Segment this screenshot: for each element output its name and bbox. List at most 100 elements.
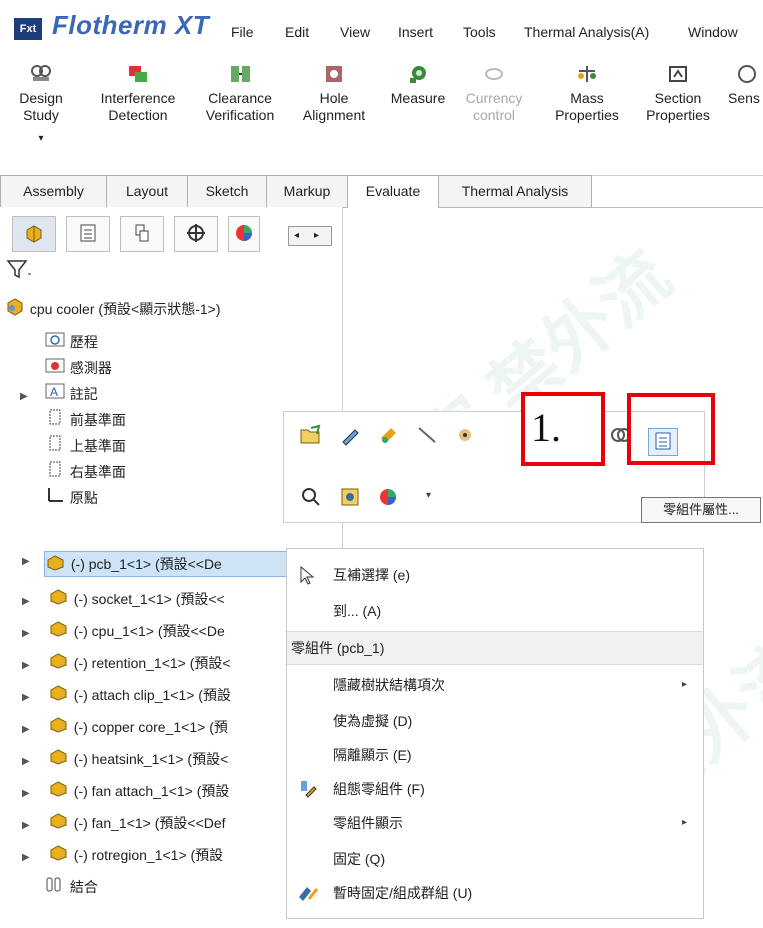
component-properties-button[interactable] — [648, 428, 678, 456]
tree-item-origin[interactable]: 原點 — [44, 485, 98, 511]
menu-item-make-virtual[interactable]: 使為虛擬 (D) — [287, 703, 703, 739]
part-icon — [45, 553, 67, 578]
expand-arrow-icon[interactable]: ▶ — [22, 813, 32, 839]
property-manager-tab[interactable] — [66, 216, 110, 252]
ribbon: Design Study ▾ Interference Detection Cl… — [0, 58, 763, 176]
expand-arrow-icon[interactable]: ▶ — [22, 845, 32, 871]
menu-file[interactable]: File — [231, 24, 254, 40]
configuration-icon — [131, 222, 153, 247]
section-properties-button[interactable]: Section Properties — [636, 58, 720, 124]
tree-part-row[interactable]: ▶ (-) rotregion_1<1> (預設 — [22, 842, 223, 868]
expand-arrow-icon[interactable]: ▶ — [22, 781, 32, 807]
isolate-icon[interactable] — [338, 484, 364, 510]
tree-part-row[interactable]: ▶ (-) attach clip_1<1> (預設 — [22, 682, 231, 708]
tree-item-front-plane[interactable]: 前基準面 — [44, 407, 126, 433]
step-number-label: 1. — [531, 405, 561, 450]
tree-part-row[interactable]: ▶ (-) fan_1<1> (預設<<Def — [22, 810, 226, 836]
mates-icon — [44, 875, 66, 901]
menu-window[interactable]: Window — [688, 24, 738, 40]
menu-item-isolate[interactable]: 隔離顯示 (E) — [287, 737, 703, 773]
hole-alignment-button[interactable]: Hole Alignment — [292, 58, 376, 124]
feature-tree-tab[interactable] — [12, 216, 56, 252]
tree-item-mates[interactable]: 結合 — [44, 874, 98, 900]
zoom-to-selection-icon[interactable] — [298, 484, 324, 510]
svg-text:A: A — [50, 385, 58, 399]
tree-part-row[interactable]: ▶ (-) fan attach_1<1> (預設 — [22, 778, 229, 804]
open-part-icon[interactable] — [298, 422, 324, 448]
menu-item-component-display[interactable]: 零組件顯示 ▸ — [287, 805, 703, 841]
tree-part-row[interactable]: ▶ (-) heatsink_1<1> (預設< — [22, 746, 228, 772]
menu-insert[interactable]: Insert — [398, 24, 433, 40]
tree-part-row[interactable]: ▶ (-) cpu_1<1> (預設<<De — [22, 618, 225, 644]
display-style-icon[interactable] — [376, 484, 402, 510]
context-menu: 互補選擇 (e) 到... (A) 零組件 (pcb_1) 隱藏樹狀結構項次 ▸… — [286, 548, 704, 919]
expand-arrow-icon[interactable]: ▶ — [20, 384, 30, 410]
tab-layout[interactable]: Layout — [106, 175, 188, 207]
tab-sketch[interactable]: Sketch — [187, 175, 267, 207]
tree-item-sensors[interactable]: 感測器 — [44, 355, 112, 381]
currency-control-button[interactable]: Currency control — [458, 58, 530, 124]
sensor-folder-icon — [44, 356, 66, 382]
tree-part-row[interactable]: ▶ (-) copper core_1<1> (預 — [22, 714, 228, 740]
submenu-arrow-icon: ▸ — [681, 817, 687, 828]
expand-arrow-icon[interactable]: ▶ — [22, 749, 32, 775]
dimxpert-tab[interactable] — [174, 216, 218, 252]
tree-root[interactable]: cpu cooler (預設<顯示狀態-1>) — [4, 296, 221, 322]
menu-item-go-to[interactable]: 到... (A) — [287, 593, 703, 629]
display-manager-tab[interactable] — [228, 216, 260, 252]
tab-thermal-analysis[interactable]: Thermal Analysis — [438, 175, 592, 207]
mass-properties-button[interactable]: Mass Properties — [544, 58, 630, 124]
sensor-button[interactable]: Sens — [728, 58, 763, 107]
assembly-icon — [4, 296, 26, 324]
hide-icon[interactable] — [414, 422, 440, 448]
tab-markup[interactable]: Markup — [266, 175, 348, 207]
tree-item-annotations[interactable]: ▶ A 註記 — [20, 381, 98, 407]
part-icon — [48, 779, 70, 805]
interference-detection-button[interactable]: Interference Detection — [90, 58, 186, 124]
expand-arrow-icon[interactable]: ▶ — [22, 717, 32, 743]
menu-tools[interactable]: Tools — [463, 24, 496, 40]
tree-item-right-plane[interactable]: 右基準面 — [44, 459, 126, 485]
expand-arrow-icon[interactable]: ▶ — [22, 589, 32, 615]
edit-part-icon[interactable] — [338, 422, 364, 448]
chevron-left-icon[interactable]: ◂ — [294, 227, 299, 245]
clearance-verification-button[interactable]: Clearance Verification — [192, 58, 288, 124]
menu-view[interactable]: View — [340, 24, 370, 40]
menu-item-fix[interactable]: 固定 (Q) — [287, 841, 703, 877]
configure-component-icon — [297, 779, 319, 799]
expand-arrow-icon[interactable]: ▶ — [22, 621, 32, 647]
expand-arrow-icon[interactable]: ▶ — [22, 556, 30, 567]
show-hide-icon[interactable] — [452, 422, 478, 448]
tree-part-row[interactable]: (-) pcb_1<1> (預設<<De — [44, 551, 288, 577]
tree-part-row[interactable]: ▶ (-) retention_1<1> (預設< — [22, 650, 231, 676]
expand-arrow-icon[interactable]: ▶ — [22, 653, 32, 679]
tab-evaluate[interactable]: Evaluate — [347, 175, 439, 208]
chevron-right-icon[interactable]: ▸ — [314, 227, 319, 245]
part-icon — [48, 811, 70, 837]
menu-item-hide-tree-items[interactable]: 隱藏樹狀結構項次 ▸ — [287, 667, 703, 703]
annotation-step-box: 1. — [521, 392, 605, 466]
measure-button[interactable]: Measure — [382, 58, 454, 107]
menu-section-header: 零組件 (pcb_1) — [287, 631, 703, 665]
menu-edit[interactable]: Edit — [285, 24, 309, 40]
tree-item-top-plane[interactable]: 上基準面 — [44, 433, 126, 459]
panel-tab-scroller[interactable]: ◂ ▸ — [288, 226, 332, 246]
display-pie-icon — [233, 222, 255, 247]
design-study-button[interactable]: Design Study ▾ — [0, 58, 82, 147]
tab-assembly[interactable]: Assembly — [0, 175, 107, 207]
filter-icon[interactable] — [6, 258, 32, 285]
chevron-down-icon[interactable]: ▾ — [426, 490, 431, 501]
menu-item-temporary-fix[interactable]: 暫時固定/組成群組 (U) — [287, 875, 703, 911]
configuration-manager-tab[interactable] — [120, 216, 164, 252]
menu-thermal-analysis[interactable]: Thermal Analysis(A) — [524, 24, 649, 40]
chevron-down-icon[interactable]: ▾ — [0, 130, 82, 147]
currency-icon — [481, 62, 507, 86]
expand-arrow-icon[interactable]: ▶ — [22, 685, 32, 711]
app-logo: Fxt — [14, 18, 42, 40]
menu-item-configure-component[interactable]: 組態零組件 (F) — [287, 771, 703, 807]
menu-item-invert-selection[interactable]: 互補選擇 (e) — [287, 557, 703, 593]
history-folder-icon — [44, 330, 66, 356]
tree-part-row[interactable]: ▶ (-) socket_1<1> (預設<< — [22, 586, 225, 612]
appearance-icon[interactable] — [376, 422, 402, 448]
tree-item-history[interactable]: 歷程 — [44, 329, 98, 355]
